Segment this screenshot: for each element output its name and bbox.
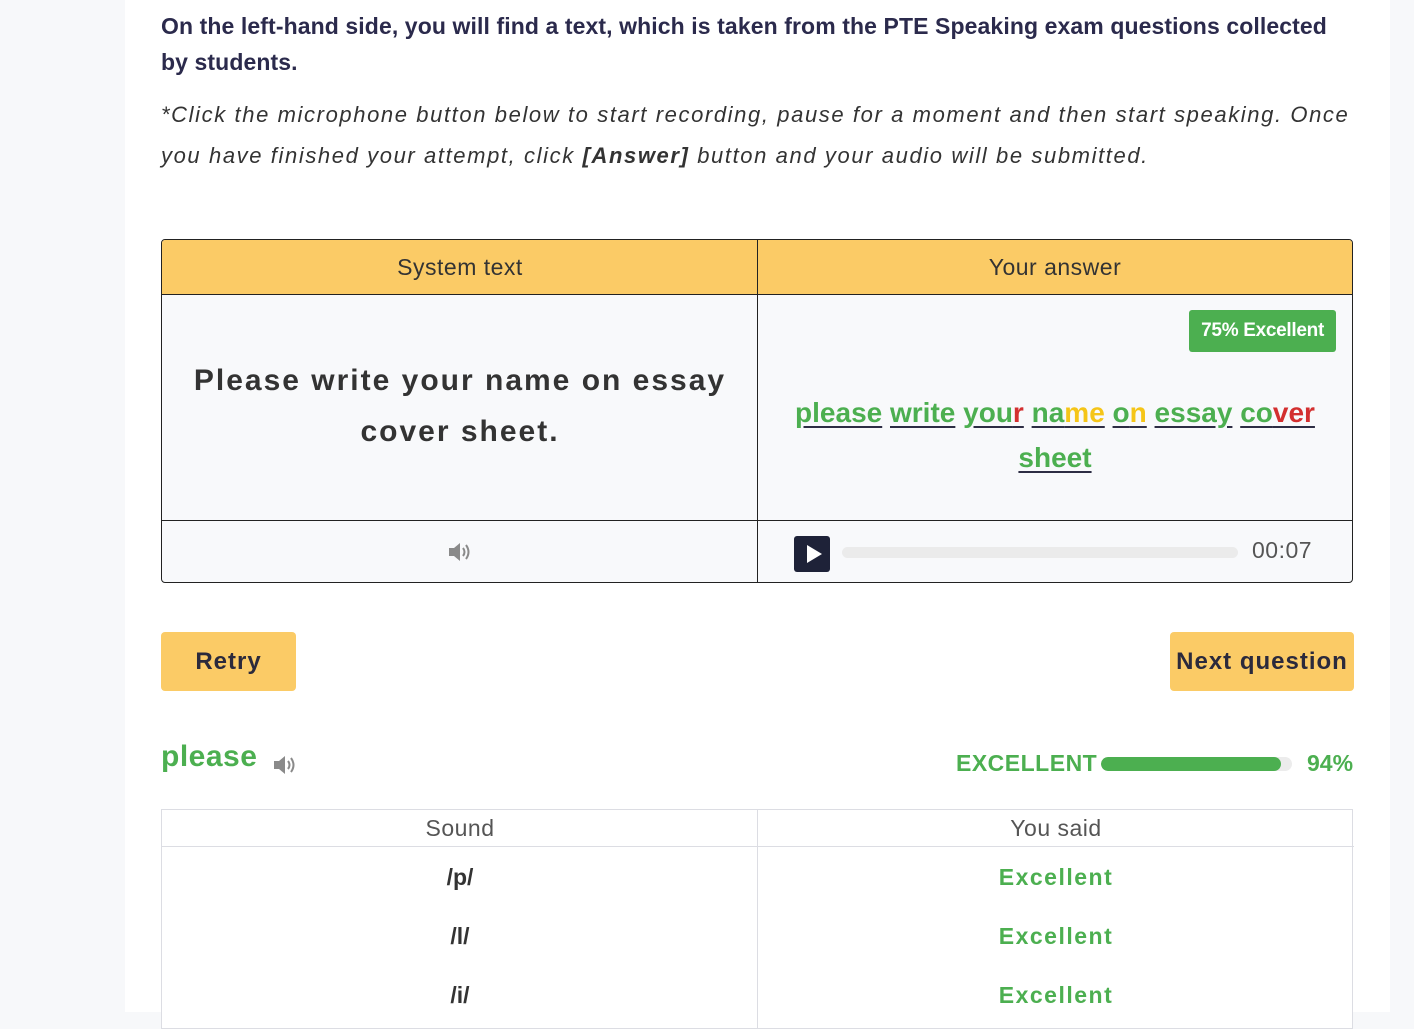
- recording-instructions: *Click the microphone button below to st…: [161, 94, 1354, 176]
- word-score-fill: [1101, 757, 1281, 771]
- audio-progress-track[interactable]: [842, 547, 1238, 558]
- answer-word[interactable]: write: [890, 397, 955, 428]
- phoneme-table: Sound You said /p/ Excellent /l/ Excelle…: [161, 809, 1354, 1029]
- play-icon[interactable]: [794, 536, 830, 572]
- system-text: Please write your name on essay cover sh…: [193, 364, 727, 448]
- answer-word[interactable]: please: [795, 397, 882, 428]
- word-detail-header: please EXCELLENT 94%: [161, 740, 1354, 790]
- phoneme: /l/: [450, 923, 470, 949]
- answer-word[interactable]: essay: [1155, 397, 1233, 428]
- answer-word[interactable]: sheet: [1018, 442, 1091, 473]
- table-row: /i/ Excellent: [162, 970, 1352, 1029]
- next-question-button[interactable]: Next question: [1170, 632, 1354, 691]
- intro-title: On the left-hand side, you will find a t…: [161, 13, 1327, 75]
- retry-button[interactable]: Retry: [161, 632, 296, 691]
- selected-word: please: [161, 740, 258, 773]
- system-audio-cell: [162, 521, 758, 582]
- phoneme-result: Excellent: [998, 864, 1114, 890]
- system-text-cell: Please write your name on essay cover sh…: [162, 295, 758, 521]
- word-score-percent: 94%: [1307, 750, 1354, 776]
- word-rating: EXCELLENT: [956, 750, 1098, 776]
- table-row: /l/ Excellent: [162, 911, 1352, 970]
- sound-header: Sound: [162, 810, 758, 847]
- audio-duration: 00:07: [1252, 537, 1313, 563]
- table-row: /p/ Excellent: [162, 852, 1352, 911]
- answer-word[interactable]: on: [1113, 397, 1147, 428]
- answer-word[interactable]: cover: [1240, 397, 1315, 428]
- answer-word[interactable]: your: [963, 397, 1024, 428]
- word-score-bar: [1101, 757, 1292, 771]
- you-said-header: You said: [758, 810, 1354, 847]
- main-panel: On the left-hand side, you will find a t…: [125, 0, 1390, 1029]
- speaker-icon[interactable]: [271, 752, 297, 778]
- answer-transcript: please write your name on essay cover sh…: [778, 390, 1332, 480]
- score-badge: 75% Excellent: [1189, 310, 1336, 352]
- phoneme: /p/: [446, 864, 474, 890]
- system-text-header: System text: [162, 240, 758, 295]
- answer-keyword: [Answer]: [582, 143, 690, 168]
- your-answer-header: Your answer: [758, 240, 1352, 295]
- phoneme: /i/: [450, 982, 470, 1008]
- answer-audio-player: 00:07: [758, 521, 1352, 582]
- column-divider: [757, 240, 758, 582]
- answer-cell: 75% Excellent please write your name on …: [758, 295, 1352, 521]
- instruction-text-end: button and your audio will be submitted.: [689, 143, 1149, 168]
- comparison-table: System text Your answer Please write you…: [161, 239, 1353, 583]
- phoneme-result: Excellent: [998, 982, 1114, 1008]
- speaker-icon[interactable]: [446, 539, 472, 565]
- phoneme-result: Excellent: [998, 923, 1114, 949]
- answer-word[interactable]: name: [1032, 397, 1105, 428]
